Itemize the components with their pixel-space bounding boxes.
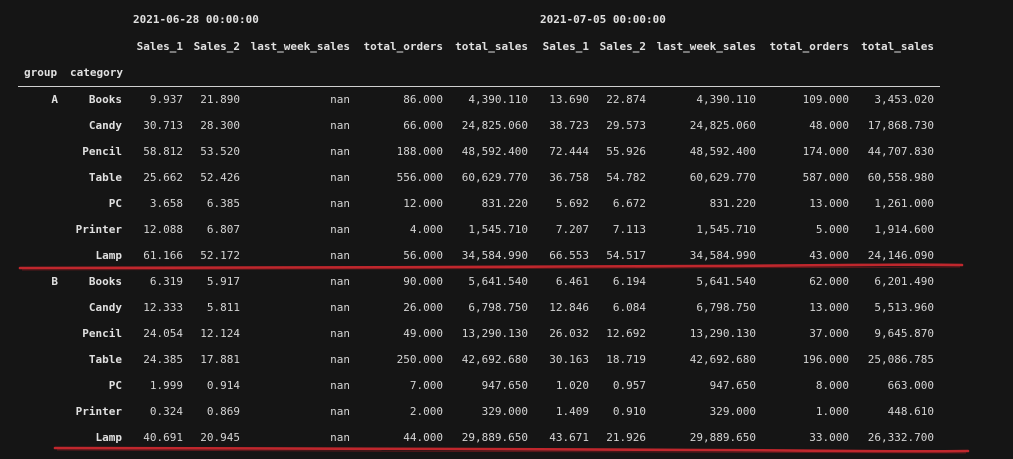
table-cell: 17,868.730 <box>867 119 934 132</box>
column-header: Sales_2 <box>193 40 240 53</box>
group-label: A <box>51 93 58 106</box>
table-cell: 26,332.700 <box>867 431 934 444</box>
table-cell: 44,707.830 <box>867 145 934 158</box>
table-cell: 52.172 <box>200 249 240 262</box>
table-cell: 448.610 <box>887 405 934 418</box>
table-cell: 25,086.785 <box>867 353 934 366</box>
table-cell: 60,558.980 <box>867 171 934 184</box>
table-cell: 17.881 <box>200 353 240 366</box>
table-cell: 6.385 <box>206 197 240 210</box>
table-cell: 5.917 <box>206 275 240 288</box>
red-underline-group-b-shadow <box>56 449 967 454</box>
table-cell: 24,146.090 <box>867 249 934 262</box>
table-cell: 3,453.020 <box>874 93 934 106</box>
table-cell: 6.672 <box>612 197 646 210</box>
table-cell: 1,261.000 <box>874 197 934 210</box>
table-cell: 12.124 <box>200 327 240 340</box>
header-divider <box>18 86 940 87</box>
group-label: B <box>51 275 58 288</box>
table-cell: 0.957 <box>612 379 646 392</box>
period-header-1: 2021-06-28 00:00:00 <box>133 13 259 26</box>
table-cell: 28.300 <box>200 119 240 132</box>
table-cell: 54.517 <box>606 249 646 262</box>
table-cell: 5,513.960 <box>874 301 934 314</box>
table-cell: 1,914.600 <box>874 223 934 236</box>
table-cell: 54.782 <box>606 171 646 184</box>
table-cell: 29.573 <box>606 119 646 132</box>
red-underline-group-b <box>53 446 970 453</box>
table-cell: 0.910 <box>612 405 646 418</box>
table-cell: 5.811 <box>206 301 240 314</box>
table-cell: 21.926 <box>606 431 646 444</box>
table-cell: 21.890 <box>200 93 240 106</box>
index-name-category: category <box>70 66 123 79</box>
table-cell: 18.719 <box>606 353 646 366</box>
table-cell: 22.874 <box>606 93 646 106</box>
table-cell: 20.945 <box>200 431 240 444</box>
table-cell: 0.869 <box>206 405 240 418</box>
table-cell: 7.113 <box>612 223 646 236</box>
red-underline-group-a <box>18 263 964 270</box>
table-cell: 52.426 <box>200 171 240 184</box>
period-header-2: 2021-07-05 00:00:00 <box>540 13 666 26</box>
table-cell: 6.194 <box>612 275 646 288</box>
column-header: total_sales <box>861 40 934 53</box>
table-cell: 6.807 <box>206 223 240 236</box>
table-cell: 12.692 <box>606 327 646 340</box>
column-header: Sales_2 <box>599 40 646 53</box>
table-cell: 6,201.490 <box>874 275 934 288</box>
table-cell: 55.926 <box>606 145 646 158</box>
table-cell: 53.520 <box>200 145 240 158</box>
red-underline-group-a-shadow <box>21 266 961 271</box>
table-cell: 0.914 <box>206 379 240 392</box>
table-cell: 6.084 <box>612 301 646 314</box>
table-cell: 9,645.870 <box>874 327 934 340</box>
table-cell: 663.000 <box>887 379 934 392</box>
